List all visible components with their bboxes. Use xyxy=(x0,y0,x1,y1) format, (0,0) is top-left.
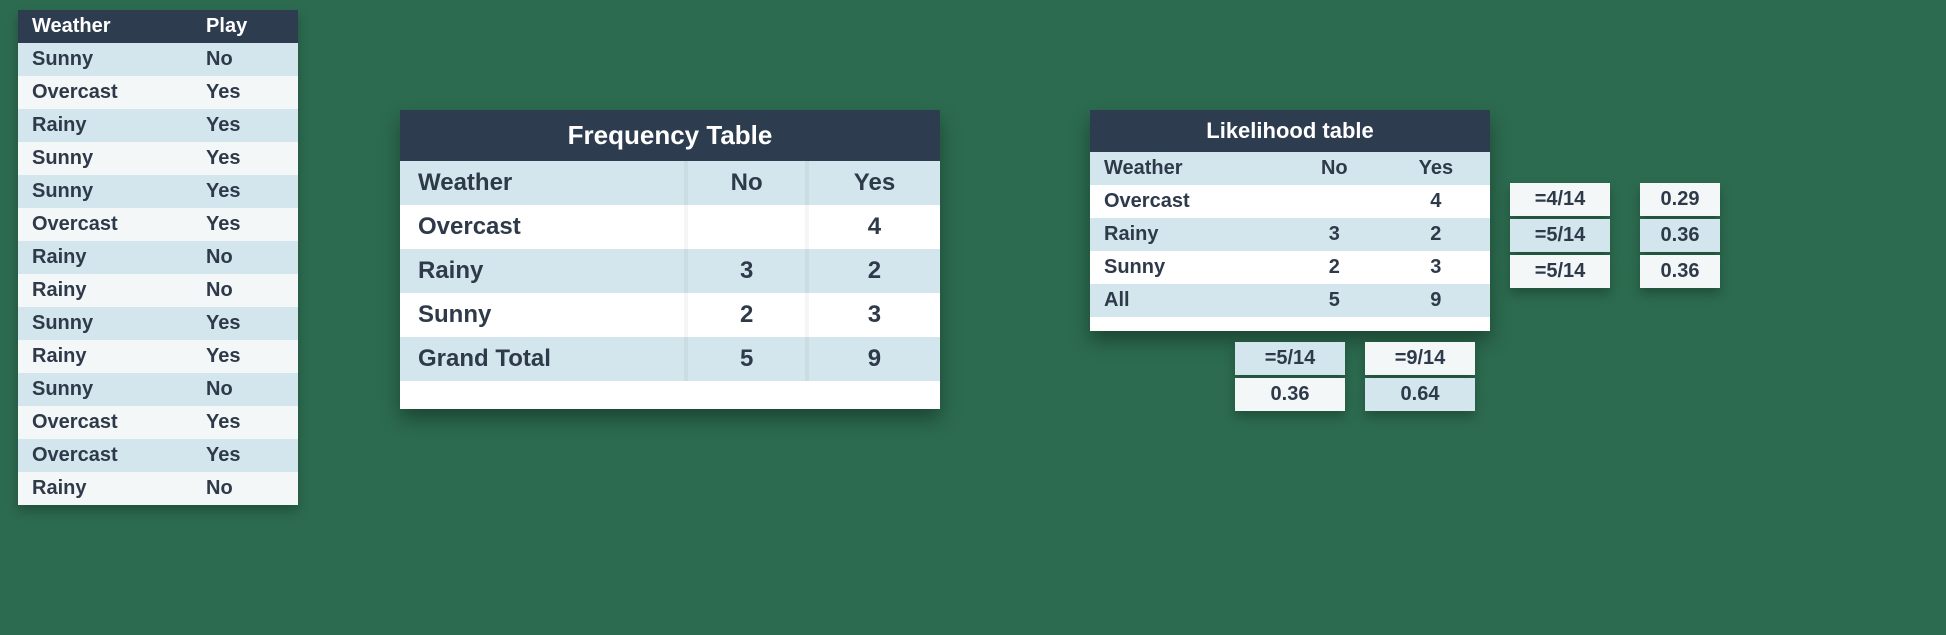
raw-cell: Rainy xyxy=(18,241,192,274)
like-cell: 2 xyxy=(1287,251,1382,284)
freq-cell: Overcast xyxy=(400,205,686,249)
freq-cell: Grand Total xyxy=(400,337,686,381)
raw-cell: Sunny xyxy=(18,43,192,76)
raw-cell: Sunny xyxy=(18,307,192,340)
like-cell: 4 xyxy=(1382,185,1490,218)
raw-cell: Rainy xyxy=(18,109,192,142)
raw-cell: Yes xyxy=(192,406,298,439)
row-margin-dec: 0.29 xyxy=(1640,183,1720,216)
raw-header-weather: Weather xyxy=(18,10,192,43)
freq-header-no: No xyxy=(686,161,807,205)
freq-header-yes: Yes xyxy=(807,161,940,205)
raw-cell: Yes xyxy=(192,439,298,472)
freq-cell: 5 xyxy=(686,337,807,381)
raw-cell: Overcast xyxy=(18,76,192,109)
like-cell: All xyxy=(1090,284,1287,317)
raw-cell: Yes xyxy=(192,76,298,109)
raw-cell: Sunny xyxy=(18,373,192,406)
freq-header-weather: Weather xyxy=(400,161,686,205)
raw-cell: Yes xyxy=(192,109,298,142)
raw-cell: Overcast xyxy=(18,406,192,439)
raw-cell: Overcast xyxy=(18,208,192,241)
raw-cell: Yes xyxy=(192,142,298,175)
col-margin-no-frac: =5/14 xyxy=(1235,342,1345,375)
raw-cell: Sunny xyxy=(18,142,192,175)
like-cell: Overcast xyxy=(1090,185,1287,218)
like-cell: 3 xyxy=(1382,251,1490,284)
raw-cell: Rainy xyxy=(18,472,192,505)
raw-cell: Sunny xyxy=(18,175,192,208)
row-margin-frac: =5/14 xyxy=(1510,255,1610,288)
raw-cell: Yes xyxy=(192,340,298,373)
freq-cell: 2 xyxy=(807,249,940,293)
raw-header-play: Play xyxy=(192,10,298,43)
raw-cell: Overcast xyxy=(18,439,192,472)
like-header-weather: Weather xyxy=(1090,152,1287,185)
freq-cell: 3 xyxy=(807,293,940,337)
raw-cell: No xyxy=(192,274,298,307)
like-header-yes: Yes xyxy=(1382,152,1490,185)
col-margin-yes-dec: 0.64 xyxy=(1365,378,1475,411)
row-margin-frac: =4/14 xyxy=(1510,183,1610,216)
raw-cell: Yes xyxy=(192,208,298,241)
likelihood-table: Likelihood table Weather No Yes Overcast… xyxy=(1090,110,1490,331)
row-margin-frac: =5/14 xyxy=(1510,219,1610,252)
frequency-table: Frequency Table Weather No Yes Overcast … xyxy=(400,110,940,409)
freq-cell: 9 xyxy=(807,337,940,381)
like-cell: 5 xyxy=(1287,284,1382,317)
frequency-title: Frequency Table xyxy=(400,110,940,161)
like-cell: 3 xyxy=(1287,218,1382,251)
freq-cell xyxy=(686,205,807,249)
row-margin-dec: 0.36 xyxy=(1640,255,1720,288)
likelihood-title: Likelihood table xyxy=(1090,110,1490,152)
raw-cell: Rainy xyxy=(18,340,192,373)
raw-data-table: Weather Play SunnyNo OvercastYes RainyYe… xyxy=(18,10,298,505)
like-cell: 2 xyxy=(1382,218,1490,251)
like-cell: Rainy xyxy=(1090,218,1287,251)
freq-cell: Sunny xyxy=(400,293,686,337)
raw-cell: Yes xyxy=(192,307,298,340)
raw-cell: Rainy xyxy=(18,274,192,307)
col-margin-yes-frac: =9/14 xyxy=(1365,342,1475,375)
like-cell: Sunny xyxy=(1090,251,1287,284)
col-margin-no-dec: 0.36 xyxy=(1235,378,1345,411)
raw-cell: No xyxy=(192,241,298,274)
like-cell xyxy=(1287,185,1382,218)
raw-cell: Yes xyxy=(192,175,298,208)
raw-cell: No xyxy=(192,43,298,76)
row-margin-dec: 0.36 xyxy=(1640,219,1720,252)
raw-cell: No xyxy=(192,472,298,505)
freq-cell: 3 xyxy=(686,249,807,293)
raw-cell: No xyxy=(192,373,298,406)
freq-cell: 4 xyxy=(807,205,940,249)
freq-cell: 2 xyxy=(686,293,807,337)
like-cell: 9 xyxy=(1382,284,1490,317)
freq-cell: Rainy xyxy=(400,249,686,293)
like-header-no: No xyxy=(1287,152,1382,185)
